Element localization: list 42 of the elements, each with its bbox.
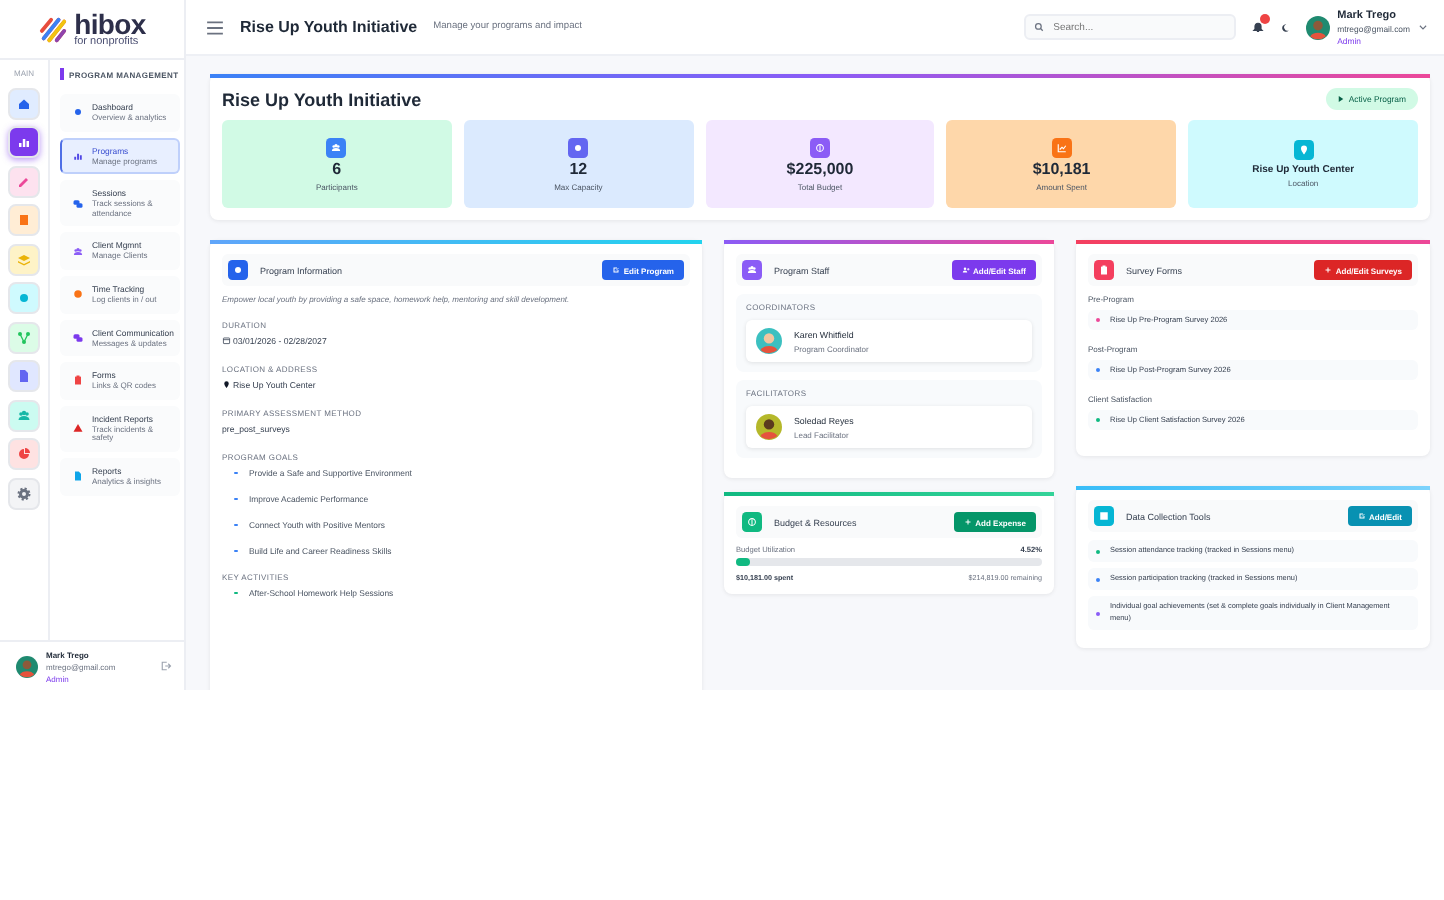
- rail-button[interactable]: [8, 438, 40, 470]
- page-title: Rise Up Youth Initiative: [240, 18, 418, 36]
- trend-chart-icon: [1051, 137, 1072, 157]
- rail-button[interactable]: [8, 165, 40, 197]
- logo-icon: [38, 15, 69, 43]
- stat-value: $10,181: [1032, 160, 1091, 178]
- bar-chart-icon: [16, 134, 32, 150]
- plus-icon: [963, 518, 972, 526]
- moon-icon[interactable]: [1279, 21, 1290, 33]
- chevron-down-icon[interactable]: [1418, 22, 1428, 32]
- stat-value: 6: [332, 160, 342, 178]
- rail-button[interactable]: [8, 360, 40, 392]
- stat-value: 12: [569, 160, 588, 178]
- avatar-icon: [16, 655, 38, 677]
- add-person-icon: [961, 266, 970, 274]
- notification-bell-icon[interactable]: [1251, 20, 1264, 34]
- rail-button[interactable]: [8, 204, 40, 236]
- stat-value: $225,000: [786, 160, 854, 178]
- menu-icon[interactable]: [206, 19, 224, 35]
- edit-icon: [1357, 512, 1366, 520]
- rail-button[interactable]: [8, 282, 40, 314]
- avatar-icon: [1305, 15, 1330, 39]
- rail-button[interactable]: [8, 126, 40, 158]
- people-icon: [326, 137, 347, 157]
- people-icon: [742, 260, 762, 280]
- clipboard-icon: [1094, 260, 1114, 280]
- rail-button[interactable]: [8, 87, 40, 119]
- coin-icon: [742, 512, 762, 532]
- rail-button[interactable]: [8, 477, 40, 509]
- avatar-icon: [756, 414, 782, 440]
- program-title: Rise Up Youth Initiative: [222, 89, 422, 109]
- search-icon: [1033, 22, 1044, 32]
- edit-icon: [611, 266, 620, 274]
- location-pin-icon: [222, 380, 231, 390]
- plus-icon: [1323, 266, 1332, 274]
- logout-icon[interactable]: [160, 660, 172, 672]
- rail-button[interactable]: [8, 399, 40, 431]
- coin-icon: [809, 137, 830, 157]
- location-pin-icon: [1293, 140, 1314, 160]
- avatar-icon: [756, 328, 782, 354]
- logo-name: hibox: [74, 11, 146, 35]
- calendar-icon: [222, 336, 231, 346]
